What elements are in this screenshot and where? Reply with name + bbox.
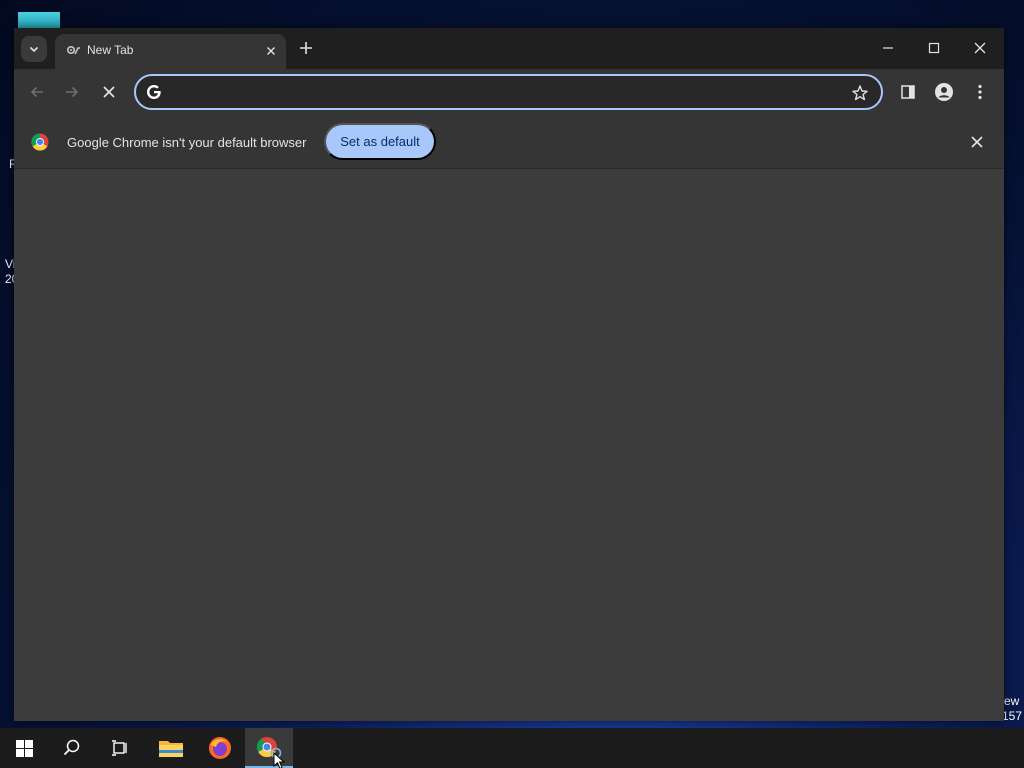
default-browser-infobar: Google Chrome isn't your default browser…	[14, 117, 1004, 169]
close-icon	[267, 47, 275, 55]
browser-tab[interactable]: New Tab	[55, 34, 286, 69]
address-bar[interactable]	[134, 74, 883, 110]
minimize-button[interactable]	[875, 36, 901, 60]
desktop-label-fragment: ew	[1004, 694, 1020, 708]
close-icon	[103, 86, 115, 98]
side-panel-icon	[901, 85, 915, 99]
stop-loading-button[interactable]	[96, 79, 122, 105]
firefox-button[interactable]	[196, 728, 244, 768]
browser-window: New Tab Google Chrome isn't your default…	[14, 28, 1004, 721]
chevron-down-icon	[29, 46, 39, 53]
maximize-button[interactable]	[921, 36, 947, 60]
new-tab-button[interactable]	[295, 37, 317, 59]
set-as-default-button[interactable]: Set as default	[324, 123, 436, 160]
infobar-message: Google Chrome isn't your default browser	[67, 135, 307, 150]
file-explorer-icon	[159, 741, 183, 757]
mouse-cursor-icon	[273, 752, 286, 768]
arrow-left-icon	[30, 86, 43, 98]
close-window-button[interactable]	[967, 36, 993, 60]
back-button[interactable]	[24, 79, 50, 105]
profile-button[interactable]	[931, 79, 957, 105]
infobar-close-button[interactable]	[967, 132, 987, 152]
close-icon	[971, 136, 983, 148]
search-icon	[63, 739, 80, 756]
close-icon	[974, 42, 986, 54]
tab-search-button[interactable]	[21, 36, 47, 62]
desktop-label-fragment: 157	[1002, 709, 1023, 723]
chrome-menu-button[interactable]	[967, 79, 993, 105]
bookmark-button[interactable]	[849, 82, 871, 104]
title-bar: New Tab	[14, 28, 1004, 69]
firefox-icon	[209, 737, 231, 759]
minimize-icon	[883, 47, 893, 49]
new-tab-favicon-icon	[66, 45, 80, 55]
star-icon	[852, 85, 868, 101]
file-explorer-button[interactable]	[147, 728, 195, 768]
tab-title: New Tab	[87, 43, 134, 57]
maximize-icon	[928, 42, 940, 54]
plus-icon	[300, 42, 312, 54]
taskbar-search-button[interactable]	[48, 728, 96, 768]
google-g-icon	[147, 85, 161, 99]
task-view-icon	[112, 740, 127, 756]
forward-button[interactable]	[59, 79, 85, 105]
address-input[interactable]	[170, 82, 830, 104]
start-button[interactable]	[0, 728, 48, 768]
kebab-menu-icon	[978, 84, 982, 100]
arrow-right-icon	[66, 86, 79, 98]
start-icon	[15, 739, 33, 757]
chrome-logo-icon	[31, 133, 49, 151]
tab-close-button[interactable]	[262, 42, 280, 60]
browser-toolbar	[14, 69, 1004, 117]
task-view-button[interactable]	[96, 728, 144, 768]
taskbar	[0, 728, 1024, 768]
side-panel-button[interactable]	[895, 79, 921, 105]
profile-icon	[935, 83, 953, 101]
page-content[interactable]	[14, 170, 1004, 721]
